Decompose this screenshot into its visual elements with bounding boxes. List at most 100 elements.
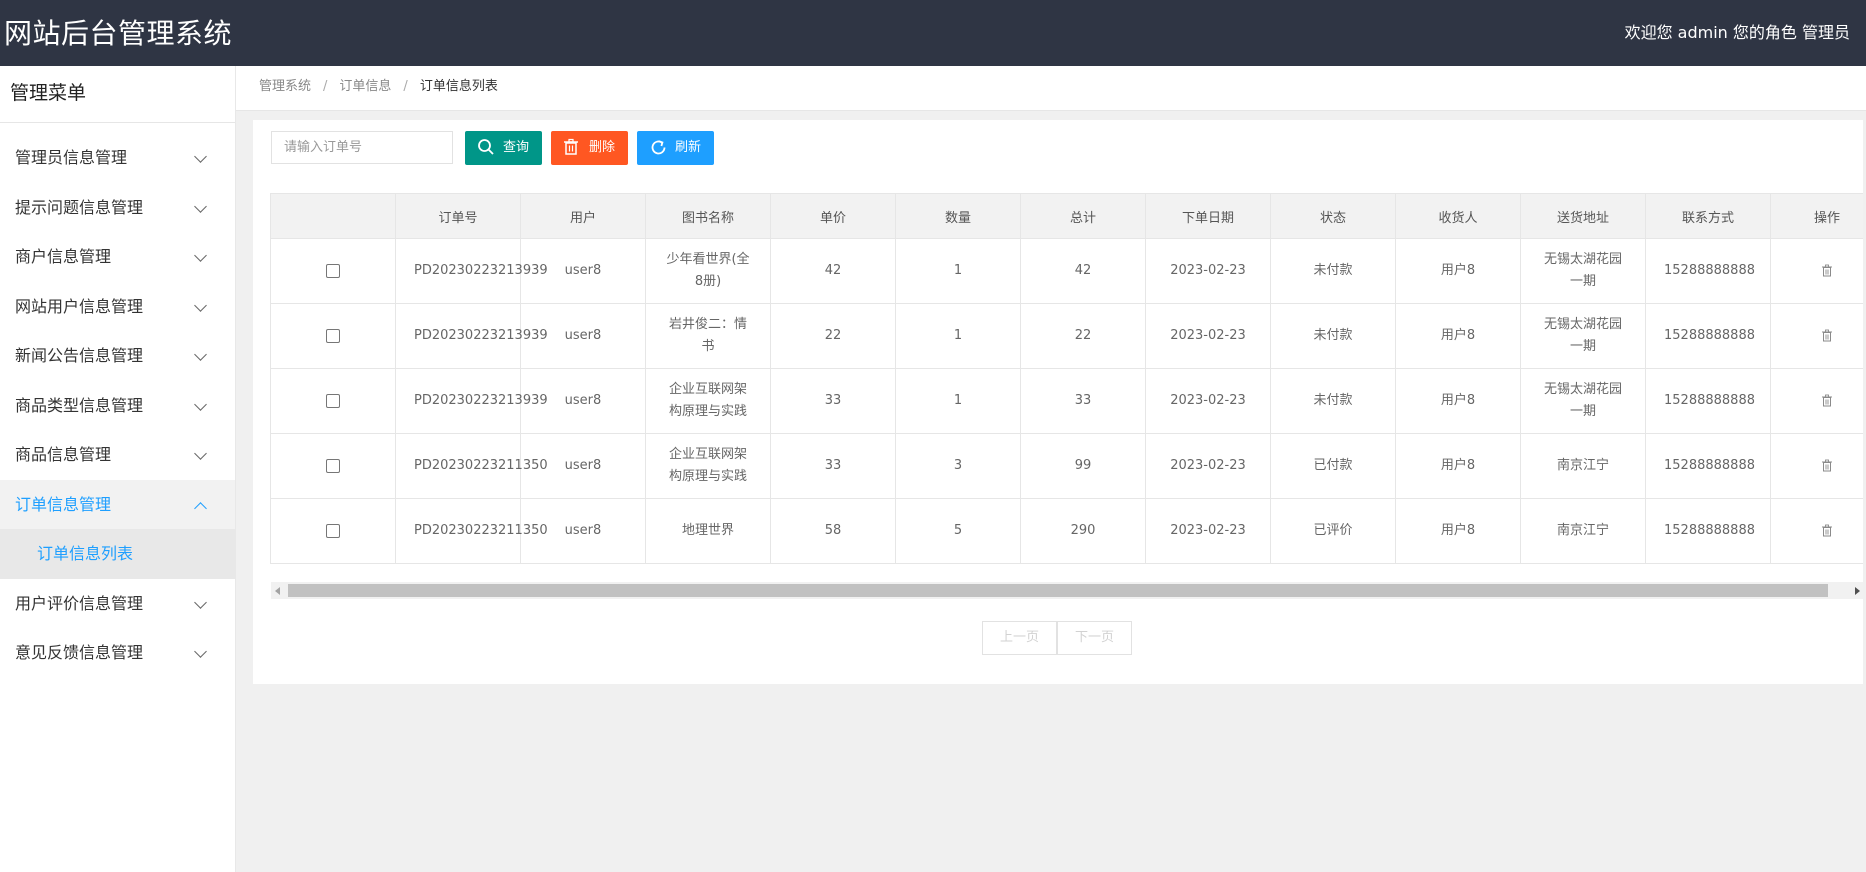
cell-address: 南京江宁	[1520, 498, 1646, 564]
cell-status: 未付款	[1270, 238, 1396, 304]
row-checkbox[interactable]	[326, 393, 340, 408]
trash-icon[interactable]	[1821, 459, 1833, 472]
sidebar-item[interactable]: 商户信息管理	[0, 232, 235, 282]
sidebar-item-label: 意见反馈信息管理	[15, 643, 144, 662]
sidebar-item[interactable]: 订单信息管理	[0, 479, 235, 529]
cell-order-no: PD20230223213939	[395, 368, 548, 434]
scroll-right-arrow[interactable]	[1855, 587, 1860, 595]
refresh-label: 刷新	[675, 140, 702, 155]
scrollbar-thumb[interactable]	[288, 584, 1828, 597]
row-select-cell	[270, 498, 396, 564]
column-header: 联系方式	[1645, 193, 1771, 239]
trash-icon	[564, 138, 578, 155]
row-select-cell	[270, 303, 396, 369]
cell-phone: 15288888888	[1645, 238, 1771, 304]
order-search-input[interactable]	[271, 131, 453, 164]
cell-price: 58	[770, 498, 896, 564]
sidebar-subitem[interactable]: 订单信息列表	[0, 529, 235, 579]
breadcrumb-item-current: 订单信息列表	[419, 79, 498, 94]
cell-phone: 15288888888	[1645, 498, 1771, 564]
content-card: 查询 删除 刷新 订单号用户图书名称单价数量总计下单日期状态收货人送货地址联系方…	[253, 120, 1863, 684]
refresh-icon	[651, 140, 666, 155]
sidebar-item[interactable]: 新闻公告信息管理	[0, 331, 235, 381]
welcome-text: 欢迎您 admin 您的角色 管理员	[1624, 23, 1850, 42]
column-header: 数量	[895, 193, 1021, 239]
sidebar-item[interactable]: 商品类型信息管理	[0, 381, 235, 431]
cell-address: 无锡太湖花园一期	[1520, 368, 1646, 434]
cell-price: 42	[770, 238, 896, 304]
cell-phone: 15288888888	[1645, 433, 1771, 499]
sidebar-item-label: 管理员信息管理	[15, 148, 128, 167]
query-button[interactable]: 查询	[465, 131, 542, 165]
sidebar-item[interactable]: 管理员信息管理	[0, 133, 235, 183]
breadcrumb-separator: /	[323, 79, 328, 94]
query-label: 查询	[503, 140, 530, 155]
cell-price: 22	[770, 303, 896, 369]
refresh-button[interactable]: 刷新	[637, 131, 714, 165]
column-header	[270, 193, 396, 239]
horizontal-scrollbar[interactable]	[271, 582, 1863, 599]
table-header-row: 订单号 用户 图书名称 单价 数量 总计 下单日期 状态 收货人 送货地址 联系方式 操作	[270, 193, 1863, 239]
order-table-container: 订单号 用户 图书名称 单价 数量 总计 下单日期 状态 收货人 送货地址 联系方式 操作 PD202…	[270, 193, 1863, 581]
table-row: PD20230223213939 user8 少年看世界(全8册) 42 1 42 2023…	[270, 238, 1863, 304]
chevron-down-icon	[194, 150, 207, 163]
cell-order-no: PD20230223213939	[395, 303, 548, 369]
trash-icon[interactable]	[1821, 394, 1833, 407]
sidebar-item-label: 商品类型信息管理	[15, 395, 144, 415]
cell-date: 2023-02-23	[1145, 238, 1271, 304]
table-row: PD20230223213939 user8 岩井俊二：情书 22 1 22 2023-02…	[270, 303, 1863, 369]
column-header: 送货地址	[1520, 193, 1646, 239]
cell-address: 无锡太湖花园一期	[1520, 303, 1646, 369]
table-row: PD20230223211350 user8 企业互联网架构原理与实践 33 3 99 20…	[270, 433, 1863, 499]
column-header: 收货人	[1395, 193, 1521, 239]
cell-book: 企业互联网架构原理与实践	[645, 368, 771, 434]
cell-total: 22	[1020, 303, 1146, 369]
cell-qty: 5	[895, 498, 1021, 564]
sidebar-item[interactable]: 商品信息管理	[0, 430, 235, 480]
cell-order-no: PD20230223211350	[395, 433, 548, 499]
sidebar-item[interactable]: 网站用户信息管理	[0, 282, 235, 332]
breadcrumb-item-order-info[interactable]: 订单信息	[339, 79, 391, 94]
breadcrumb-separator: /	[403, 79, 408, 94]
sidebar: 管理菜单 管理员信息管理提示问题信息管理商户信息管理网站用户信息管理 新闻公告信息…	[0, 66, 236, 872]
top-header: 网站后台管理系统 欢迎您 admin 您的角色 管理员	[0, 0, 1866, 66]
sidebar-item[interactable]: 意见反馈信息管理	[0, 628, 235, 678]
trash-icon[interactable]	[1821, 329, 1833, 342]
cell-date: 2023-02-23	[1145, 303, 1271, 369]
row-checkbox[interactable]	[326, 458, 340, 473]
column-header: 总计	[1020, 193, 1146, 239]
sidebar-item[interactable]: 用户评价信息管理	[0, 579, 235, 629]
chevron-up-icon	[194, 501, 207, 515]
prev-page-button[interactable]: 上一页	[982, 621, 1057, 655]
cell-actions	[1770, 368, 1863, 434]
chevron-down-icon	[194, 645, 207, 658]
trash-icon[interactable]	[1821, 524, 1833, 537]
row-checkbox[interactable]	[326, 263, 340, 278]
row-select-cell	[270, 238, 396, 304]
cell-price: 33	[770, 368, 896, 434]
cell-book: 地理世界	[645, 498, 771, 564]
sidebar-title: 管理菜单	[0, 66, 235, 123]
cell-total: 99	[1020, 433, 1146, 499]
cell-receiver: 用户8	[1395, 498, 1521, 564]
row-select-cell	[270, 433, 396, 499]
row-select-cell	[270, 368, 396, 434]
trash-icon[interactable]	[1821, 264, 1833, 277]
cell-date: 2023-02-23	[1145, 433, 1271, 499]
column-header: 单价	[770, 193, 896, 239]
sidebar-item-label: 商户信息管理	[15, 247, 112, 266]
cell-qty: 1	[895, 303, 1021, 369]
next-page-button[interactable]: 下一页	[1057, 621, 1132, 655]
scroll-left-arrow[interactable]	[275, 587, 280, 595]
row-checkbox[interactable]	[326, 328, 340, 343]
sidebar-item[interactable]: 提示问题信息管理	[0, 183, 235, 233]
sidebar-item-label: 用户评价信息管理	[15, 593, 144, 613]
delete-button[interactable]: 删除	[551, 131, 628, 165]
column-header: 操作	[1770, 193, 1863, 239]
cell-address: 无锡太湖花园一期	[1520, 238, 1646, 304]
breadcrumb-item-system[interactable]: 管理系统	[259, 79, 311, 94]
row-checkbox[interactable]	[326, 523, 340, 538]
order-table: 订单号 用户 图书名称 单价 数量 总计 下单日期 状态 收货人 送货地址 联系方式 操作 PD202…	[270, 193, 1863, 564]
sidebar-item-label: 订单信息管理	[15, 494, 112, 514]
cell-book: 少年看世界(全8册)	[645, 238, 771, 304]
